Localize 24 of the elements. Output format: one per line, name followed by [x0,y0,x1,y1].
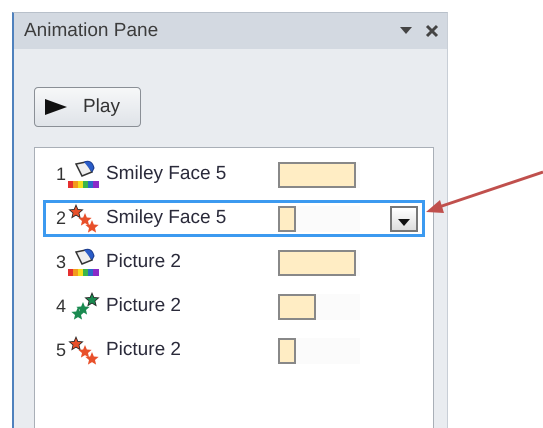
pane-title: Animation Pane [24,18,160,43]
item-name: Picture 2 [106,338,182,362]
item-number: 3 [54,251,66,274]
animation-item[interactable]: 2 Smiley Face 5 [43,200,425,237]
item-name: Smiley Face 5 [106,162,228,186]
item-number: 1 [54,163,66,186]
caret-icon [398,218,410,226]
dropdown-icon[interactable] [399,26,413,36]
item-name: Picture 2 [106,294,182,318]
animation-item[interactable]: 3 Picture 2 [43,244,425,281]
animation-item[interactable]: 1 Smiley Face 5 [43,156,425,193]
paint-bucket-icon [68,160,100,190]
animation-item[interactable]: 4 Picture 2 [43,288,425,325]
dropdown-button[interactable] [390,206,418,232]
item-name: Picture 2 [106,250,182,274]
item-number: 2 [54,207,66,230]
item-number: 5 [54,339,66,362]
paint-bucket-icon [68,248,100,278]
play-icon [45,99,67,115]
item-number: 4 [54,295,66,318]
item-name: Smiley Face 5 [106,206,228,230]
animation-item[interactable]: 5 Picture 2 [43,332,425,369]
play-button[interactable]: Play [34,87,141,127]
close-icon[interactable] [425,24,439,38]
